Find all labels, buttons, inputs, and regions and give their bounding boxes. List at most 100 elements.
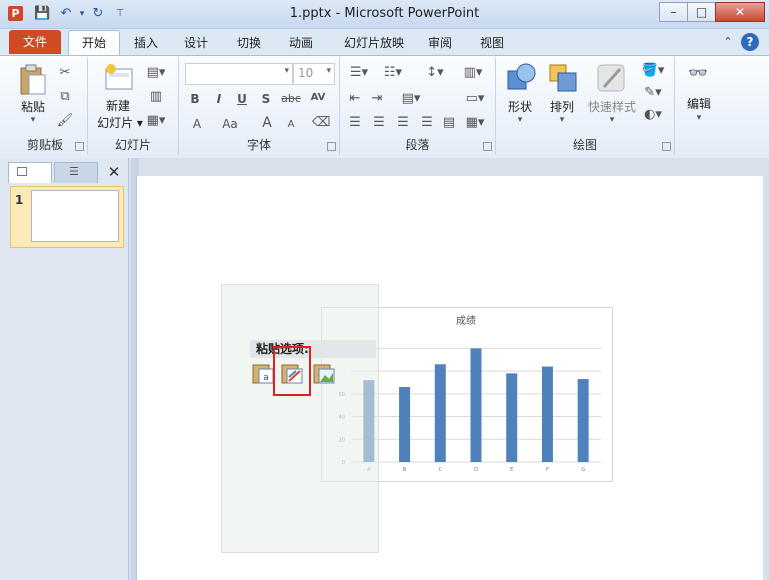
arrange-button[interactable]: 排列	[542, 98, 582, 115]
grow-font-button[interactable]: A	[259, 115, 275, 131]
font-size-combo[interactable]: 10 ▾	[293, 63, 335, 85]
align-right-icon[interactable]: ☰	[394, 115, 412, 130]
columns-icon[interactable]: ▥▾	[460, 65, 486, 80]
italic-button[interactable]: I	[211, 92, 227, 106]
paste-as-picture-icon[interactable]	[313, 362, 335, 384]
tab-slides-thumbnails[interactable]	[8, 162, 52, 183]
chart-bar[interactable]	[399, 387, 411, 462]
font-color-button[interactable]: A	[189, 117, 205, 131]
close-pane-icon[interactable]: ✕	[104, 162, 124, 182]
align-text-icon[interactable]: ▭▾	[462, 91, 488, 106]
section-icon[interactable]: ▦▾	[146, 113, 166, 128]
justify-icon[interactable]: ☰	[418, 115, 436, 130]
x-tick-label: G	[581, 467, 585, 473]
underline-button[interactable]: U	[234, 92, 250, 106]
text-direction-icon[interactable]: ▤▾	[398, 91, 424, 106]
chart-bar[interactable]	[541, 366, 553, 462]
group-label-drawing: 绘图	[572, 138, 597, 152]
tab-file[interactable]: 文件	[9, 30, 61, 54]
tab-home[interactable]: 开始	[68, 30, 120, 56]
paste-dropdown-icon[interactable]: ▾	[27, 115, 39, 125]
maximize-button[interactable]: □	[687, 2, 716, 22]
ribbon-tab-row: 文件 开始 插入 设计 切换 动画 幻灯片放映 审阅 视图 ⌃ ?	[0, 29, 769, 56]
shape-outline-icon[interactable]: ✎▾	[640, 85, 666, 100]
chart-title: 成绩	[456, 314, 476, 327]
slide-number: 1	[15, 193, 24, 207]
group-editing: 👓 编辑 ▾	[675, 57, 723, 155]
shapes-icon[interactable]	[504, 61, 538, 95]
group-label-font: 字体	[246, 138, 271, 152]
arrange-dropdown-icon[interactable]: ▾	[556, 115, 568, 125]
chart-x-labels: ABCDEFG	[367, 467, 585, 473]
line-spacing-icon[interactable]: ↕▾	[422, 65, 448, 80]
shape-fill-icon[interactable]: 🪣▾	[640, 63, 666, 78]
x-tick-label: C	[439, 467, 443, 473]
shapes-button[interactable]: 形状	[500, 98, 540, 115]
distributed-icon[interactable]: ▤	[440, 115, 458, 130]
bold-button[interactable]: B	[187, 92, 203, 106]
font-launcher-icon[interactable]	[327, 142, 336, 151]
cut-icon[interactable]: ✂	[56, 65, 74, 80]
smartart-icon[interactable]: ▦▾	[462, 115, 488, 130]
character-spacing-button[interactable]: AV	[306, 92, 330, 103]
group-drawing: 形状 ▾ 排列 ▾ 快速样式 ▾ 🪣▾ ✎▾ ◐▾ 绘图	[496, 57, 675, 155]
group-font: ▾ 10 ▾ B I U S abc AV A Aa A A ⌫ 字体	[179, 57, 340, 155]
quick-styles-dropdown-icon[interactable]: ▾	[606, 115, 618, 125]
copy-icon[interactable]: ⧉	[56, 89, 74, 104]
collapse-ribbon-icon[interactable]: ⌃	[719, 33, 737, 51]
x-tick-label: D	[474, 467, 478, 473]
editing-dropdown-icon[interactable]: ▾	[693, 113, 705, 123]
use-destination-theme-icon[interactable]: a	[252, 362, 274, 384]
minimize-button[interactable]: –	[659, 2, 688, 22]
clipboard-launcher-icon[interactable]	[75, 142, 84, 151]
find-binoculars-icon[interactable]: 👓	[685, 63, 711, 82]
change-case-button[interactable]: Aa	[219, 117, 241, 131]
paste-icon[interactable]	[18, 63, 48, 97]
increase-indent-icon[interactable]: ⇥	[368, 91, 386, 106]
bullets-icon[interactable]: ☰▾	[346, 65, 372, 80]
editing-button[interactable]: 编辑	[679, 95, 719, 112]
help-icon[interactable]: ?	[741, 33, 759, 51]
new-slide-button[interactable]: 幻灯片 ▾	[92, 114, 148, 131]
close-button[interactable]: ✕	[715, 2, 765, 22]
reset-icon[interactable]: ▥	[146, 89, 166, 104]
new-slide-label-1[interactable]: 新建	[98, 97, 138, 114]
chart-bar[interactable]	[434, 364, 446, 462]
shape-effects-icon[interactable]: ◐▾	[640, 107, 666, 122]
format-painter-icon[interactable]: 🖌	[56, 113, 74, 128]
tab-animations[interactable]: 动画	[283, 32, 319, 54]
chart-bar[interactable]	[506, 373, 518, 462]
chart-bar[interactable]	[470, 348, 482, 462]
quick-styles-button[interactable]: 快速样式	[584, 98, 640, 115]
numbering-icon[interactable]: ☷▾	[380, 65, 406, 80]
decrease-indent-icon[interactable]: ⇤	[346, 91, 364, 106]
tab-outline[interactable]: ☰	[54, 162, 98, 183]
font-name-combo[interactable]: ▾	[185, 63, 293, 85]
tab-transitions[interactable]: 切换	[231, 32, 267, 54]
font-size-value: 10	[298, 66, 314, 80]
tab-review[interactable]: 审阅	[422, 32, 458, 54]
new-slide-icon[interactable]	[104, 63, 136, 93]
quick-styles-icon[interactable]	[594, 61, 628, 95]
chart-bar[interactable]	[577, 379, 589, 462]
layout-icon[interactable]: ▤▾	[146, 65, 166, 80]
tab-view[interactable]: 视图	[474, 32, 510, 54]
highlight-box	[273, 346, 311, 396]
align-center-icon[interactable]: ☰	[370, 115, 388, 130]
arrange-icon[interactable]	[546, 61, 580, 95]
paste-button[interactable]: 粘贴	[13, 98, 53, 115]
strikethrough-button[interactable]: abc	[279, 92, 303, 105]
tab-slideshow[interactable]: 幻灯片放映	[334, 32, 414, 54]
paste-options-panel	[221, 284, 379, 553]
tab-insert[interactable]: 插入	[128, 32, 164, 54]
clear-formatting-icon[interactable]: ⌫	[312, 115, 330, 130]
shapes-dropdown-icon[interactable]: ▾	[514, 115, 526, 125]
drawing-launcher-icon[interactable]	[662, 142, 671, 151]
slide-thumbnail[interactable]	[31, 190, 119, 242]
align-left-icon[interactable]: ☰	[346, 115, 364, 130]
tab-design[interactable]: 设计	[178, 32, 214, 54]
shrink-font-button[interactable]: A	[283, 119, 299, 130]
paragraph-launcher-icon[interactable]	[483, 142, 492, 151]
shadow-button[interactable]: S	[258, 92, 274, 106]
chart-bars	[363, 348, 589, 462]
